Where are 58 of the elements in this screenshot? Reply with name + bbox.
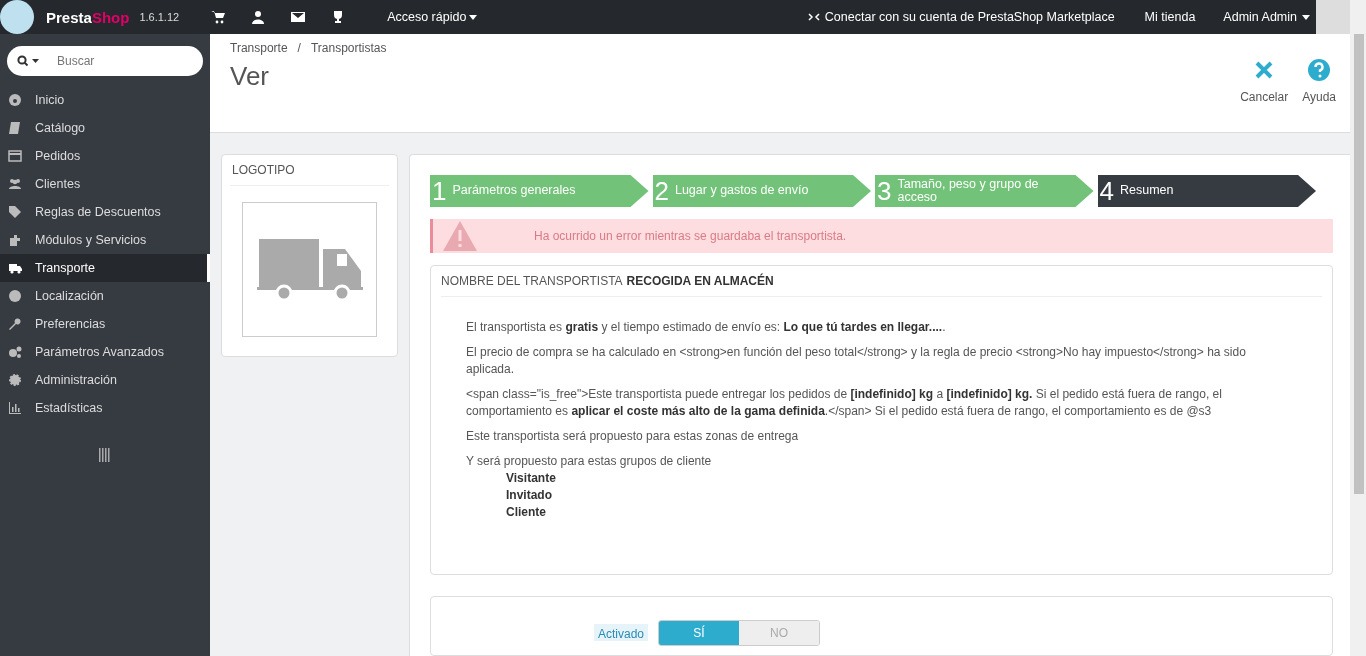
customer-group: Visitante	[506, 470, 1272, 487]
quick-access-menu[interactable]: Acceso rápido	[387, 10, 478, 24]
carrier-name-label: NOMBRE DEL TRANSPORTISTA	[441, 274, 623, 288]
summary-text: Este transportista será propuesto para estas zonas de entrega	[466, 428, 800, 445]
envelope-icon[interactable]	[291, 10, 306, 24]
user-menu[interactable]: Admin Admin	[1223, 10, 1310, 24]
version-label: 1.6.1.12	[139, 11, 180, 23]
sidebar-item[interactable]: Catálogo	[0, 114, 210, 142]
page-title: Ver	[230, 61, 271, 92]
error-message: Ha ocurrido un error mientras se guardaba el transportista.	[534, 229, 847, 243]
search-field[interactable]: Buscar	[7, 46, 203, 76]
carrier-name: RECOGIDA EN ALMACÉN	[626, 274, 774, 288]
tag-icon	[8, 205, 22, 219]
help-button[interactable]: Ayuda	[1302, 58, 1336, 132]
gear-icon	[8, 373, 22, 387]
caret-icon	[469, 14, 478, 20]
breadcrumb-link[interactable]: Transporte	[230, 41, 288, 55]
sidebar-item[interactable]: Parámetros Avanzados	[0, 338, 210, 366]
activation-label: Activado	[594, 624, 649, 641]
marketplace-link[interactable]: Conectar con su cuenta de PrestaShop Marketplace	[806, 10, 1115, 24]
brand-name: PrestaShop	[46, 8, 130, 26]
sidebar-item[interactable]: Clientes	[0, 170, 210, 198]
sidebar-item[interactable]: Localización	[0, 282, 210, 310]
breadcrumb-link[interactable]: Transportistas	[310, 41, 387, 55]
sidebar-item[interactable]: Módulos y Servicios	[0, 226, 210, 254]
sidebar-item[interactable]: Administración	[0, 366, 210, 394]
wrench-icon	[8, 317, 22, 331]
cancel-button[interactable]: Cancelar	[1240, 58, 1289, 132]
dashboard-icon	[8, 93, 22, 107]
summary-text: <span class="is_free">Este transportista puede entregar los pedidos de [indefinido] kg a [indefinido] kg. Si el pedido está fuera de rango, el comportamiento es aplicar el coste más alto de la gama definida.</span> Si el pedido está fuera de rango, el comportamiento es de @s3	[466, 386, 1223, 420]
summary-text: El precio de compra se ha calculado en <strong>en función del peso total</strong> y la regla de precio <strong>No hay impuesto</strong> ha sido aplicada.	[466, 344, 1247, 378]
sidebar-item[interactable]: Inicio	[0, 86, 210, 114]
breadcrumb-separator: /	[297, 41, 301, 55]
cart-icon[interactable]	[211, 10, 226, 24]
my-shop-link[interactable]: Mi tienda	[1144, 10, 1196, 24]
help-icon	[1307, 58, 1332, 82]
groups-intro: Y será propuesto para estas grupos de cliente	[466, 453, 713, 470]
sidebar-item[interactable]: Transporte	[0, 254, 210, 282]
panel-title: LOGOTIPO	[230, 155, 389, 186]
user-icon[interactable]	[251, 10, 266, 24]
caret-icon	[1302, 14, 1310, 20]
truck-icon	[8, 261, 22, 275]
collapse-icon[interactable]	[99, 448, 111, 462]
sidebar-item[interactable]: Preferencias	[0, 310, 210, 338]
chart-icon	[8, 401, 22, 415]
truck-icon	[256, 237, 363, 302]
summary-text: El transportista es gratis y el tiempo estimado de envío es: Lo que tú tardes en llegar.....	[466, 319, 947, 336]
scrollbar[interactable]	[1350, 0, 1366, 656]
sidebar-item[interactable]: Reglas de Descuentos	[0, 198, 210, 226]
search-icon[interactable]	[17, 55, 39, 67]
card-icon	[8, 149, 22, 163]
sidebar-item[interactable]: Estadísticas	[0, 394, 210, 422]
customer-group: Cliente	[506, 504, 1272, 521]
customer-group: Invitado	[506, 487, 1272, 504]
users-icon	[8, 177, 22, 191]
wizard-step[interactable]: 4 Resumen	[1097, 175, 1316, 207]
sidebar-item[interactable]: Pedidos	[0, 142, 210, 170]
logo-icon	[0, 0, 34, 34]
